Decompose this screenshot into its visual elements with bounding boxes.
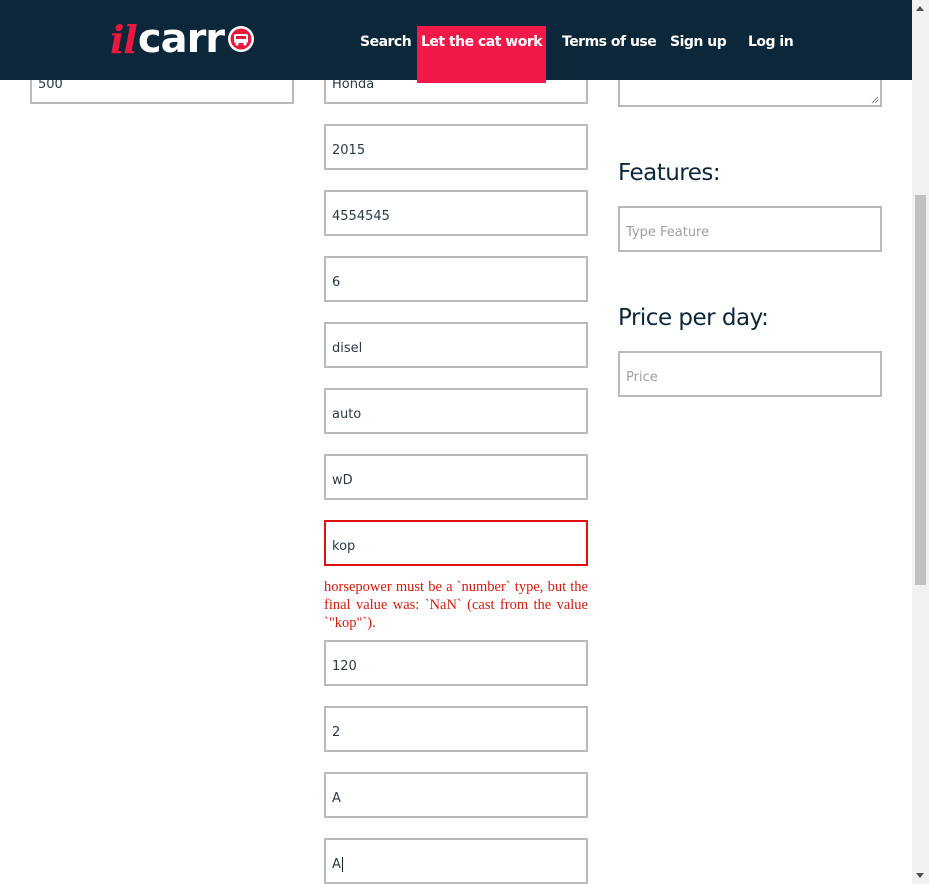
resize-grip-icon[interactable]	[871, 96, 879, 104]
gear-value: auto	[332, 407, 362, 422]
car-logo-icon	[228, 26, 255, 52]
wheels-drive-input[interactable]: wD	[324, 454, 588, 500]
fuel-consumption-value: 6	[332, 275, 341, 290]
feature-input[interactable]: Type Feature	[618, 206, 882, 252]
torque-value: 120	[332, 659, 357, 674]
nav-search[interactable]: Search	[360, 34, 412, 50]
feature-placeholder: Type Feature	[626, 225, 710, 240]
scroll-down-arrow-icon[interactable]	[916, 873, 924, 878]
price-input[interactable]: Price	[618, 351, 882, 397]
fuel-input[interactable]: disel	[324, 322, 588, 368]
scroll-up-arrow-icon[interactable]	[916, 6, 924, 11]
fuel-value: disel	[332, 341, 363, 356]
nav-let-the-cat-work[interactable]: Let the cat work	[417, 26, 546, 83]
price-placeholder: Price	[626, 370, 658, 385]
logo-il: il	[110, 16, 138, 62]
torque-input[interactable]: 120	[324, 640, 588, 686]
nav-log-in[interactable]: Log in	[748, 34, 794, 50]
doors-value: 2	[332, 725, 341, 740]
vertical-scrollbar[interactable]	[912, 0, 929, 884]
year-value: 2015	[332, 143, 366, 158]
horsepower-input[interactable]: kop	[324, 520, 588, 566]
horsepower-value: kop	[332, 539, 356, 554]
doors-input[interactable]: 2	[324, 706, 588, 752]
text-caret	[341, 857, 343, 872]
features-title: Features:	[618, 160, 721, 186]
logo[interactable]: il carr	[110, 16, 256, 62]
engine-value: 4554545	[332, 209, 390, 224]
engine-input[interactable]: 4554545	[324, 190, 588, 236]
class-input[interactable]: A	[324, 838, 588, 884]
fuel-consumption-input[interactable]: 6	[324, 256, 588, 302]
logo-carr: carr	[137, 16, 225, 62]
nav-terms-of-use[interactable]: Terms of use	[562, 34, 657, 50]
scroll-thumb[interactable]	[915, 195, 926, 585]
seats-input[interactable]: A	[324, 772, 588, 818]
horsepower-error-message: horsepower must be a `number` type, but …	[324, 579, 588, 631]
wheels-drive-value: wD	[332, 473, 353, 488]
year-input[interactable]: 2015	[324, 124, 588, 170]
price-title: Price per day:	[618, 305, 769, 331]
class-value: A	[332, 857, 341, 872]
nav-sign-up[interactable]: Sign up	[670, 34, 727, 50]
gear-input[interactable]: auto	[324, 388, 588, 434]
header: il carr Search Let the cat work Terms of…	[0, 0, 912, 83]
seats-value: A	[332, 791, 341, 806]
